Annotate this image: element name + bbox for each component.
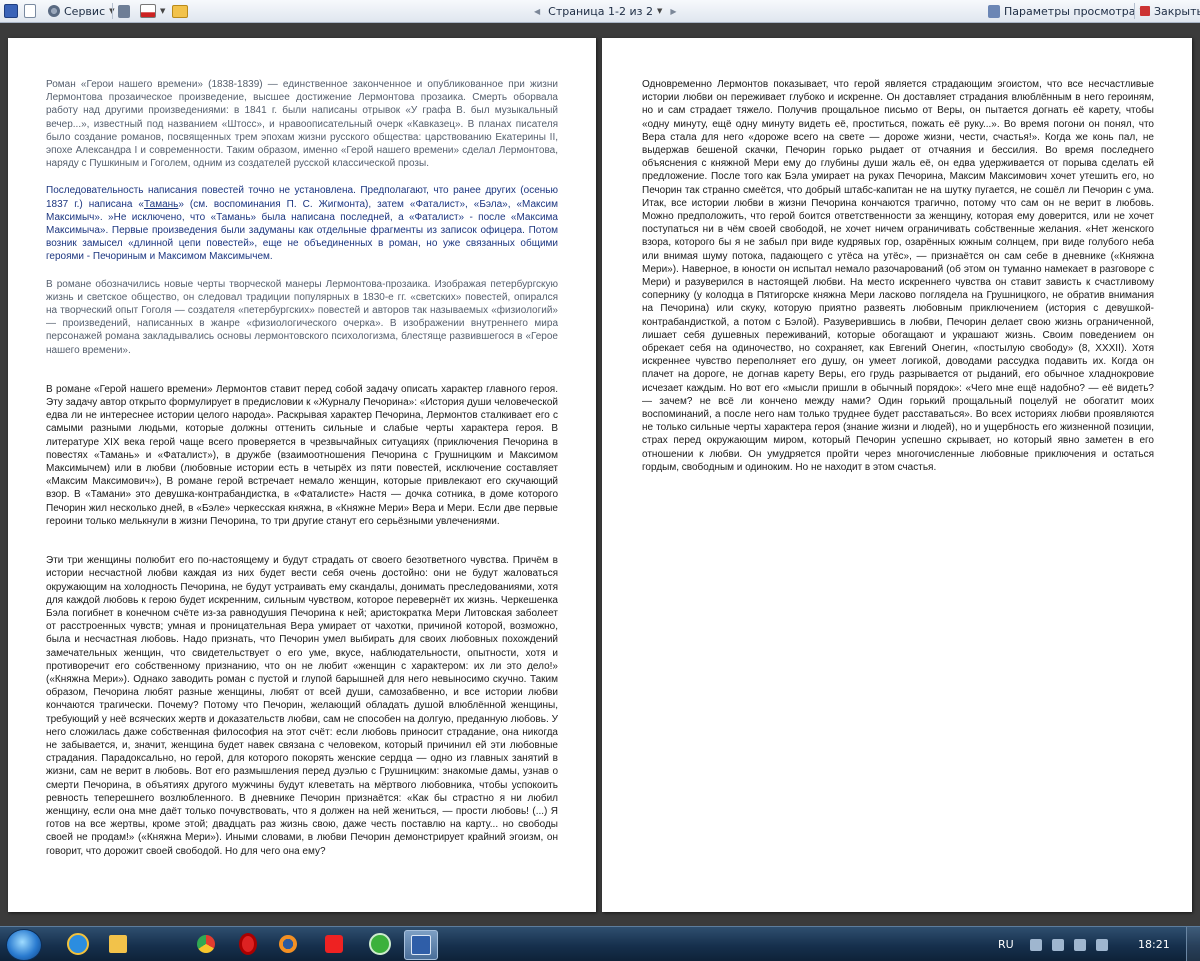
view-params-menu[interactable]: Параметры просмотра ▼ [988,2,1145,20]
ie-icon [67,933,89,955]
green-app-icon [369,933,391,955]
chevron-down-icon: ▼ [160,7,166,15]
service-menu[interactable]: Сервис ▼ [48,2,115,20]
research-icon [118,4,130,18]
firefox-icon [279,935,297,953]
paragraph: Эти три женщины полюбит его по-настоящем… [46,555,558,857]
toolbar-divider [112,3,113,19]
start-button[interactable] [6,929,42,961]
explorer-taskbar-button[interactable] [102,930,134,958]
yandex-icon [325,935,343,953]
page-indicator: Страница 1-2 из 2 [548,4,653,18]
language-indicator[interactable]: RU [998,938,1014,951]
page-navigator[interactable]: ◀ Страница 1-2 из 2 ▼ ▶ [526,2,685,20]
word-taskbar-button[interactable] [404,930,438,960]
next-page-icon[interactable]: ▶ [670,7,676,16]
toolbar-divider [1134,3,1135,19]
save-button[interactable] [4,2,18,20]
word-icon [411,935,431,955]
save-icon [4,4,18,18]
research-button[interactable] [118,2,130,20]
volume-icon[interactable] [1096,939,1108,951]
close-label: Закрыть [1154,4,1200,18]
clock[interactable]: 18:21 [1138,938,1170,951]
close-icon [1140,6,1150,16]
chrome-taskbar-button[interactable] [190,930,222,958]
paragraph: В романе обозначились новые черты творче… [46,278,558,356]
opera-icon [239,933,257,955]
show-hidden-icons-icon[interactable] [1030,939,1042,951]
opera-taskbar-button[interactable] [232,930,264,958]
firefox-taskbar-button[interactable] [272,930,304,958]
print-preview-toolbar: Сервис ▼ ▼ ◀ Страница 1-2 из 2 ▼ ▶ Парам… [0,0,1200,23]
previous-page-icon[interactable]: ◀ [534,7,540,16]
paragraph: Роман «Герои нашего времени» (1838-1839)… [46,79,558,170]
network-icon[interactable] [1052,939,1064,951]
close-button[interactable]: Закрыть [1140,2,1200,20]
view-params-icon [988,4,1000,18]
yandex-taskbar-button[interactable] [318,930,350,958]
paragraph: Одновременно Лермонтов показывает, что г… [642,79,1154,473]
flag-icon[interactable] [1074,939,1086,951]
paragraph: Последовательность написания повестей то… [46,184,558,263]
print-preview-button[interactable] [24,2,36,20]
folder-icon [172,4,188,18]
document-page-2[interactable]: Одновременно Лермонтов показывает, что г… [602,38,1192,912]
view-params-label: Параметры просмотра [1004,4,1136,18]
taskbar: RU 18:21 [0,926,1200,961]
spelling-icon [140,4,156,18]
page-1-text: Роман «Герои нашего времени» (1838-1839)… [46,78,558,858]
show-desktop-button[interactable] [1186,927,1200,961]
document-page-1[interactable]: Роман «Герои нашего времени» (1838-1839)… [8,38,596,912]
explorer-icon [109,935,127,953]
service-label: Сервис [64,4,106,18]
ie-taskbar-button[interactable] [62,930,94,958]
paragraph: В романе «Герой нашего времени» Лермонто… [46,383,558,527]
open-folder-button[interactable] [172,2,188,20]
green-app-taskbar-button[interactable] [364,930,396,958]
service-icon [48,5,60,17]
tamany-link[interactable]: Тамань [144,199,178,210]
chrome-icon [197,935,215,953]
page-2-text: Одновременно Лермонтов показывает, что г… [642,78,1154,474]
spelling-button[interactable]: ▼ [140,2,165,20]
print-preview-icon [24,4,36,18]
chevron-down-icon: ▼ [657,7,663,15]
